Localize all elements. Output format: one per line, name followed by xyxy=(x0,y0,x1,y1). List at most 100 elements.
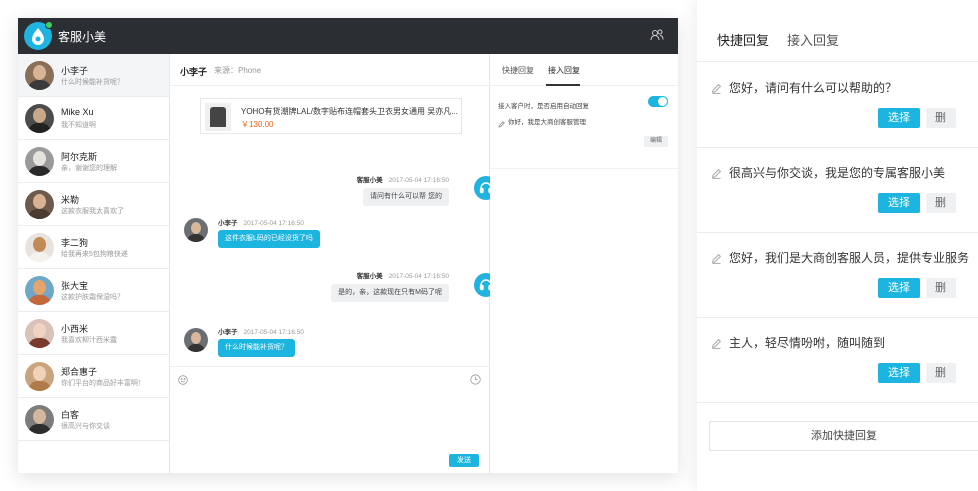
pencil-icon[interactable] xyxy=(711,166,722,184)
emoji-icon[interactable] xyxy=(178,372,188,390)
active-tab-indicator xyxy=(546,84,580,86)
avatar xyxy=(25,233,54,262)
add-quick-reply-button[interactable]: 添加快捷回复 xyxy=(709,421,978,451)
message-time: 2017-05-04 17:16:50 xyxy=(243,329,304,336)
product-title: YOHO有货潮牌LAL/数字贴布连帽套头卫衣男女通用 吴亦凡... xyxy=(241,107,458,116)
chat-source: 来源：Phone xyxy=(214,66,262,75)
send-button[interactable]: 发送 xyxy=(449,454,479,467)
message-meta: 客服小美 2017-05-04 17:16:50 xyxy=(357,174,449,184)
contact-last-message: 给我再来5包狗粮快递 xyxy=(61,251,128,258)
delete-button[interactable]: 删除 xyxy=(926,363,956,383)
quick-reply-tabs: 快捷回复 接入回复 xyxy=(697,0,978,62)
message-bubble: 什么时候能补货呢？ xyxy=(218,339,295,357)
tab-quick-reply[interactable]: 快捷回复 xyxy=(502,65,534,76)
auto-reply-label: 接入客户时，是否启用自动回复 xyxy=(498,103,589,110)
customer-avatar xyxy=(184,328,208,352)
composer-divider xyxy=(170,366,490,367)
message-sender: 小李子 xyxy=(218,329,238,336)
pencil-icon xyxy=(498,115,505,133)
contact-item[interactable]: 张大宝 这款护肤霜保湿吗？ xyxy=(18,269,169,312)
contact-item[interactable]: 白客 很高兴与你交谈 xyxy=(18,398,169,441)
contact-name: 白客 xyxy=(61,410,80,420)
message-time: 2017-05-04 17:16:50 xyxy=(388,273,449,280)
contact-name: 郑合惠子 xyxy=(61,367,98,377)
contact-item[interactable]: 米勒 这款衣服我太喜欢了 xyxy=(18,183,169,226)
contact-item[interactable]: 李二狗 给我再来5包狗粮快递 xyxy=(18,226,169,269)
delete-button[interactable]: 删除 xyxy=(926,108,956,128)
contact-item[interactable]: 郑合惠子 你们平台的商品好丰富啊！ xyxy=(18,355,169,398)
contact-name: 小李子 xyxy=(61,66,89,76)
quick-reply-text: 主人，轻尽情吩咐，随叫随到 xyxy=(729,336,886,350)
select-button[interactable]: 选择 xyxy=(878,193,920,213)
tab-access-reply[interactable]: 接入回复 xyxy=(548,65,580,76)
chat-contact-name: 小李子 xyxy=(180,67,208,77)
contact-item[interactable]: 阿尔克斯 亲，谢谢您的理解 xyxy=(18,140,169,183)
chat-app-window: 客服小美 小李子 什么时候能补货呢？ Mike Xu 我不知道啊 阿尔克斯 亲，… xyxy=(18,18,678,473)
contact-last-message: 我喜欢柳汁西米露 xyxy=(61,337,117,344)
quick-reply-item: 您好，请问有什么可以帮助的？ 选择 删除 xyxy=(697,63,978,148)
quick-reply-text: 很高兴与你交谈，我是您的专属客服小美 xyxy=(729,166,946,180)
pencil-icon[interactable] xyxy=(711,81,722,99)
message-sender: 客服小美 xyxy=(356,273,383,280)
contact-name: 李二狗 xyxy=(61,238,89,248)
pencil-icon[interactable] xyxy=(711,251,722,269)
tab-access-reply[interactable]: 接入回复 xyxy=(787,30,839,49)
contact-last-message: 亲，谢谢您的理解 xyxy=(61,165,117,172)
contact-last-message: 我不知道啊 xyxy=(61,122,96,129)
auto-reply-toggle[interactable] xyxy=(648,96,668,107)
avatar xyxy=(25,104,54,133)
avatar xyxy=(25,362,54,391)
history-clock-icon[interactable] xyxy=(470,372,481,390)
reply-settings-panel: 快捷回复 接入回复 接入客户时，是否启用自动回复 你好，我是大商创客服管理 编辑 xyxy=(490,54,678,473)
message-time: 2017-05-04 17:16:50 xyxy=(388,177,449,184)
chat-panel: 小李子 来源：Phone YOHO有货潮牌LAL/数字贴布连帽套头卫衣男女通用 … xyxy=(170,54,498,473)
users-icon[interactable] xyxy=(650,28,664,47)
quick-reply-item: 很高兴与你交谈，我是您的专属客服小美 选择 删除 xyxy=(697,148,978,233)
avatar xyxy=(25,319,54,348)
quick-reply-panel: 快捷回复 接入回复 您好，请问有什么可以帮助的？ 选择 删除 很高兴与你交谈，我… xyxy=(697,0,978,491)
quick-reply-item: 主人，轻尽情吩咐，随叫随到 选择 删除 xyxy=(697,318,978,403)
select-button[interactable]: 选择 xyxy=(878,278,920,298)
contact-item[interactable]: 小西米 我喜欢柳汁西米露 xyxy=(18,312,169,355)
product-card[interactable]: YOHO有货潮牌LAL/数字贴布连帽套头卫衣男女通用 吴亦凡... ￥130.0… xyxy=(200,98,462,134)
auto-reply-greeting: 你好，我是大商创客服管理 xyxy=(508,119,586,126)
message-time: 2017-05-04 17:16:50 xyxy=(243,220,304,227)
message-meta: 小李子 2017-05-04 17:16:50 xyxy=(218,217,304,227)
contact-name: 米勒 xyxy=(61,195,80,205)
avatar xyxy=(25,147,54,176)
delete-button[interactable]: 删除 xyxy=(926,193,956,213)
contact-last-message: 你们平台的商品好丰富啊！ xyxy=(61,380,145,387)
contact-item[interactable]: 小李子 什么时候能补货呢？ xyxy=(18,54,169,97)
pencil-icon[interactable] xyxy=(711,336,722,354)
avatar xyxy=(25,190,54,219)
avatar xyxy=(25,405,54,434)
logo-icon xyxy=(24,21,53,50)
quick-reply-text: 您好，我们是大商创客服人员，提供专业服务 xyxy=(729,251,970,265)
select-button[interactable]: 选择 xyxy=(878,363,920,383)
message-sender: 小李子 xyxy=(218,220,238,227)
contact-last-message: 很高兴与你交谈 xyxy=(61,423,110,430)
contact-item[interactable]: Mike Xu 我不知道啊 xyxy=(18,97,169,140)
select-button[interactable]: 选择 xyxy=(878,108,920,128)
message-sender: 客服小美 xyxy=(356,177,383,184)
message-meta: 小李子 2017-05-04 17:16:50 xyxy=(218,326,304,336)
avatar xyxy=(25,61,54,90)
delete-button[interactable]: 删除 xyxy=(926,278,956,298)
top-bar: 客服小美 xyxy=(18,18,678,54)
product-thumbnail xyxy=(205,103,231,131)
edit-button[interactable]: 编辑 xyxy=(644,136,668,147)
contact-last-message: 这款衣服我太喜欢了 xyxy=(61,208,124,215)
message-meta: 客服小美 2017-05-04 17:16:50 xyxy=(357,270,449,280)
customer-avatar xyxy=(184,218,208,242)
app-title: 客服小美 xyxy=(58,30,107,44)
contact-name: 阿尔克斯 xyxy=(61,152,98,162)
contact-last-message: 什么时候能补货呢？ xyxy=(61,79,124,86)
online-status-dot xyxy=(45,21,53,29)
tab-quick-reply[interactable]: 快捷回复 xyxy=(717,30,769,49)
avatar xyxy=(25,276,54,305)
chat-header: 小李子 来源：Phone xyxy=(170,54,490,86)
reply-tabs: 快捷回复 接入回复 xyxy=(490,54,678,86)
contact-name: Mike Xu xyxy=(61,107,94,117)
message-bubble: 请问有什么可以帮 您的 xyxy=(363,188,449,206)
contact-name: 张大宝 xyxy=(61,281,89,291)
